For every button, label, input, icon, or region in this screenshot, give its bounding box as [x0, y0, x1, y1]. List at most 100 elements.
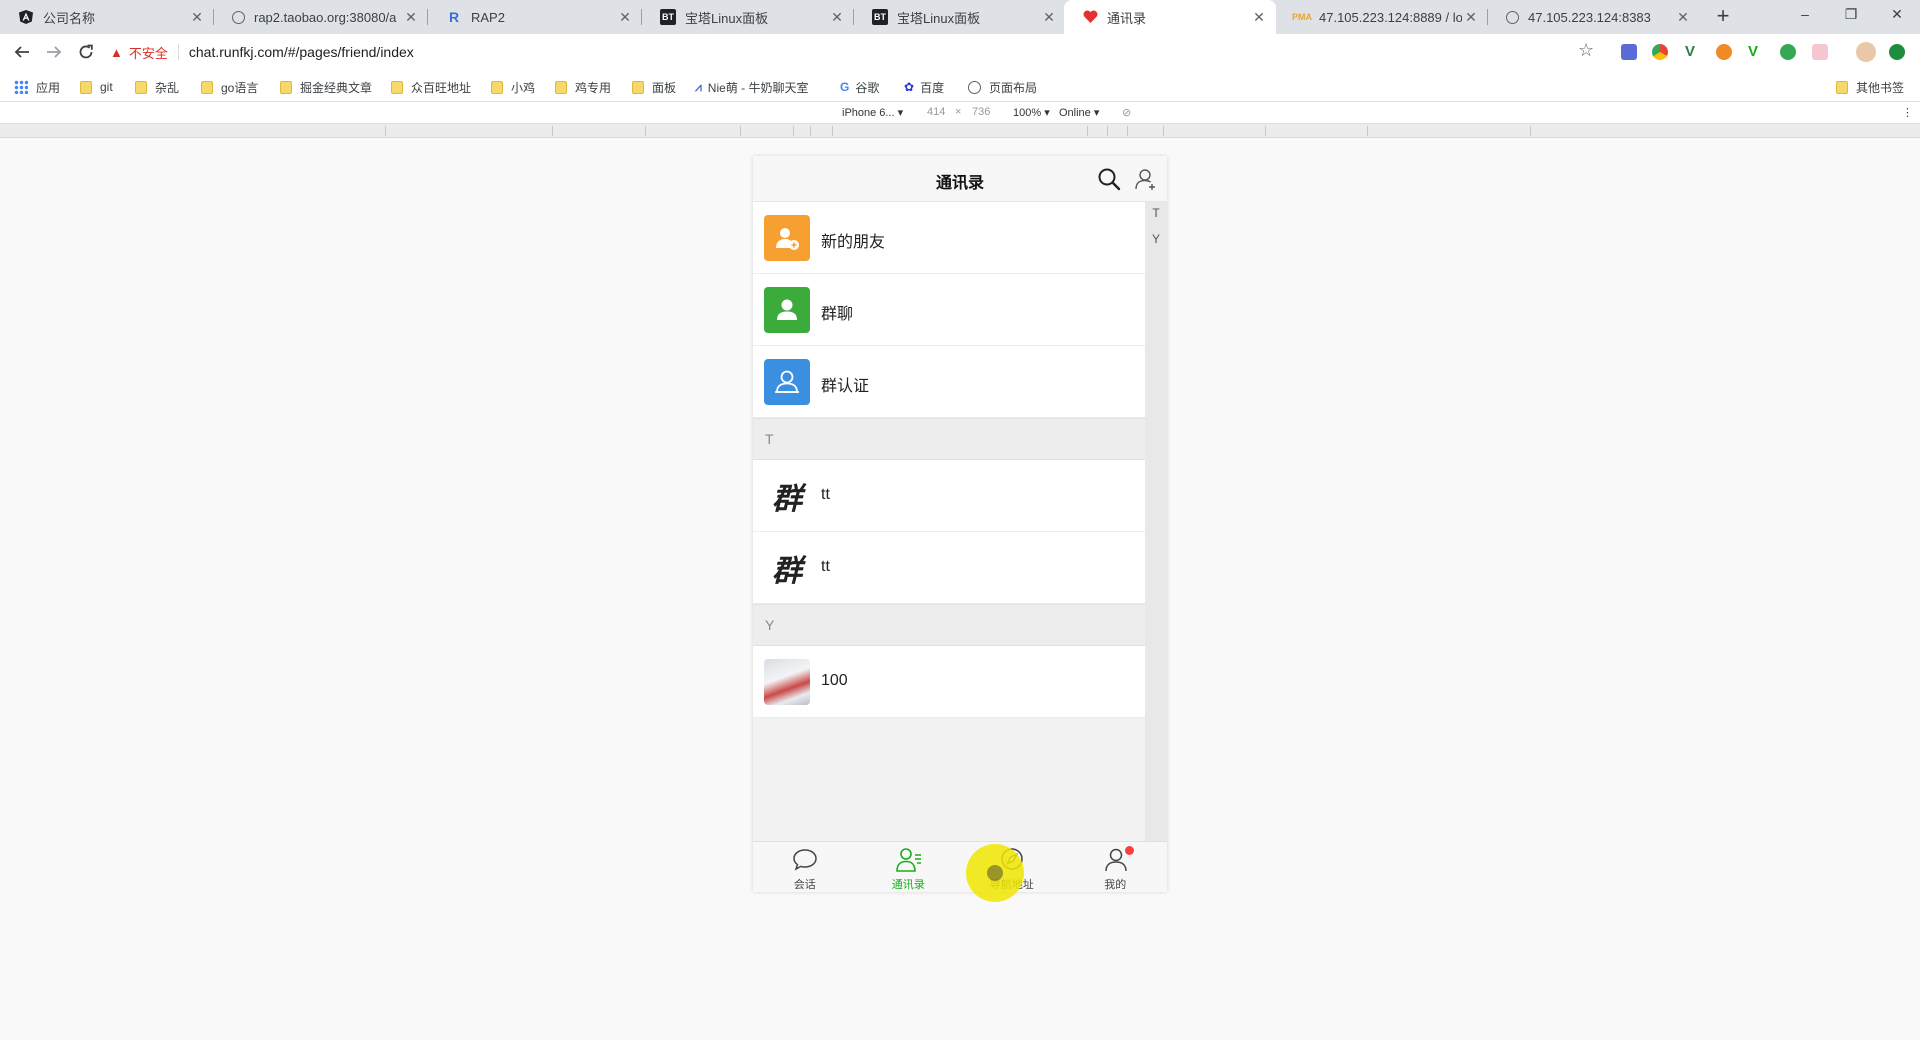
browser-tab[interactable]: BT 宝塔Linux面板 ✕: [854, 0, 1066, 34]
close-icon[interactable]: ✕: [616, 9, 634, 26]
bookmark-baidu[interactable]: ✿ 百度: [904, 78, 944, 96]
tab-title: 通讯录: [1107, 10, 1147, 26]
back-button[interactable]: [8, 38, 36, 66]
baidu-icon: ✿: [904, 80, 915, 94]
folder-icon: [201, 80, 213, 94]
bookmark-folder[interactable]: git: [80, 78, 113, 96]
new-friends-row[interactable]: 新的朋友: [753, 202, 1145, 274]
bookmark-folder[interactable]: 小鸡: [491, 78, 535, 96]
bookmarks-bar: 应用 git 杂乱 go语言 掘金经典文章 众百旺地址 小鸡 鸡专用 面板 ⩘ N…: [0, 70, 1920, 102]
avatar[interactable]: [1856, 42, 1876, 62]
forward-button[interactable]: [40, 38, 68, 66]
media-query-bar[interactable]: [0, 124, 1920, 138]
bookmark-folder[interactable]: go语言: [201, 78, 258, 96]
bookmark-label: git: [100, 80, 113, 94]
viewport-height[interactable]: 736: [972, 106, 990, 118]
bookmark-label: 谷歌: [855, 80, 880, 95]
globe-icon: [1506, 10, 1519, 24]
group-verify-row[interactable]: 群认证: [753, 346, 1145, 418]
folder-icon: [491, 80, 503, 94]
tab-title: rap2.taobao.org:38080/a: [254, 9, 397, 25]
close-icon[interactable]: ✕: [1674, 9, 1692, 26]
index-letter[interactable]: T: [1145, 206, 1167, 220]
extension-icon[interactable]: [1621, 44, 1637, 60]
contact-row[interactable]: 100: [753, 646, 1145, 718]
extension-icon[interactable]: [1812, 44, 1828, 60]
folder-icon: [280, 80, 292, 94]
contact-row[interactable]: 群 tt: [753, 460, 1145, 532]
close-icon[interactable]: ✕: [1250, 9, 1268, 26]
google-icon: G: [840, 80, 850, 94]
tab-profile[interactable]: 我的: [1064, 842, 1168, 892]
browser-tab[interactable]: rap2.taobao.org:38080/a ✕: [214, 0, 428, 34]
media-query-tick: [740, 126, 741, 136]
bookmark-layout[interactable]: 页面布局: [968, 78, 1037, 96]
reload-button[interactable]: [72, 38, 100, 66]
rotate-icon[interactable]: ⊘: [1122, 106, 1131, 119]
globe-icon: [232, 10, 245, 24]
device-select[interactable]: iPhone 6... ▾: [842, 106, 903, 119]
url-text[interactable]: chat.runfkj.com/#/pages/friend/index: [189, 44, 414, 60]
section-letter: Y: [765, 617, 775, 633]
address-bar[interactable]: ▲ 不安全 chat.runfkj.com/#/pages/friend/ind…: [110, 38, 1600, 66]
vue-devtools-icon[interactable]: V: [1685, 44, 1701, 60]
bookmark-folder[interactable]: 面板: [632, 78, 676, 96]
close-icon[interactable]: ✕: [1462, 9, 1480, 26]
restore-button[interactable]: ❐: [1828, 0, 1874, 30]
tab-title: 宝塔Linux面板: [685, 10, 769, 26]
search-icon[interactable]: [1096, 166, 1122, 192]
tab-contacts[interactable]: 通讯录: [857, 842, 961, 892]
bookmark-label: 页面布局: [989, 80, 1038, 95]
security-label[interactable]: 不安全: [129, 43, 168, 62]
bookmark-google[interactable]: G 谷歌: [840, 78, 879, 96]
new-tab-button[interactable]: +: [1710, 4, 1736, 30]
tab-title: 公司名称: [43, 10, 96, 26]
close-icon[interactable]: ✕: [1040, 9, 1058, 26]
viewport-width[interactable]: 414: [927, 106, 945, 118]
more-options-icon[interactable]: ⋮: [1902, 106, 1913, 119]
contact-list[interactable]: 新的朋友 群聊 群认证 T 群 tt 群 tt Y 100: [753, 202, 1145, 841]
folder-icon: [391, 80, 403, 94]
update-icon[interactable]: [1889, 44, 1905, 60]
bookmark-folder[interactable]: 众百旺地址: [391, 78, 471, 96]
contact-row[interactable]: 群 tt: [753, 532, 1145, 604]
browser-tab[interactable]: 公司名称 ✕: [0, 0, 214, 34]
bookmark-folder[interactable]: 杂乱: [135, 78, 179, 96]
zoom-select[interactable]: 100% ▾: [1013, 106, 1050, 119]
group-chat-row[interactable]: 群聊: [753, 274, 1145, 346]
close-window-button[interactable]: ✕: [1874, 0, 1920, 30]
bookmark-star-icon[interactable]: ☆: [1578, 40, 1594, 61]
alphabet-index-bar[interactable]: T Y: [1145, 202, 1167, 841]
index-letter[interactable]: Y: [1145, 232, 1167, 246]
bookmark-apps[interactable]: 应用: [14, 78, 60, 96]
browser-tab[interactable]: PMA 47.105.223.124:8889 / loc ✕: [1276, 0, 1488, 34]
extension-icon[interactable]: [1716, 44, 1732, 60]
group-verify-icon: [764, 359, 810, 405]
browser-tab[interactable]: BT 宝塔Linux面板 ✕: [642, 0, 854, 34]
other-bookmarks[interactable]: 其他书签: [1836, 78, 1904, 96]
folder-icon: [632, 80, 644, 94]
browser-tab-active[interactable]: 通讯录 ✕: [1064, 0, 1276, 34]
bookmark-folder[interactable]: 掘金经典文章: [280, 78, 372, 96]
folder-icon: [135, 80, 147, 94]
tab-chats[interactable]: 会话: [753, 842, 857, 892]
contact-name: tt: [821, 558, 830, 575]
chrome-extension-icon[interactable]: [1652, 44, 1668, 60]
bookmark-nie[interactable]: ⩘ Nie萌 - 牛奶聊天室: [695, 78, 808, 96]
close-icon[interactable]: ✕: [402, 9, 420, 26]
browser-tab[interactable]: 47.105.223.124:8383 ✕: [1488, 0, 1700, 34]
tab-label: 通讯录: [891, 879, 925, 891]
close-icon[interactable]: ✕: [188, 9, 206, 26]
section-letter: T: [765, 431, 774, 447]
close-icon[interactable]: ✕: [828, 9, 846, 26]
media-query-tick: [832, 126, 833, 136]
minimize-button[interactable]: –: [1782, 0, 1828, 30]
tab-title: RAP2: [471, 9, 505, 25]
network-throttle-select[interactable]: Online ▾: [1059, 106, 1099, 119]
add-contact-icon[interactable]: [1133, 166, 1159, 192]
vue-devtools-icon[interactable]: V: [1748, 44, 1764, 60]
grammarly-icon[interactable]: [1780, 44, 1796, 60]
folder-icon: [80, 80, 92, 94]
browser-tab[interactable]: R RAP2 ✕: [428, 0, 642, 34]
bookmark-folder[interactable]: 鸡专用: [555, 78, 611, 96]
